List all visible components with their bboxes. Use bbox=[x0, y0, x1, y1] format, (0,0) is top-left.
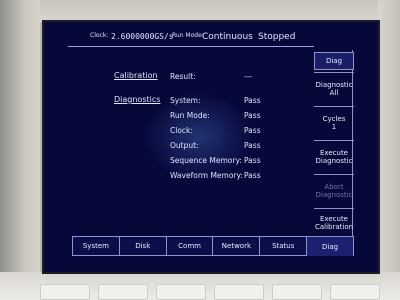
front-panel-key[interactable] bbox=[214, 284, 264, 300]
execute-calibration-line2: Calibration bbox=[314, 222, 354, 231]
front-panel-key[interactable] bbox=[156, 284, 206, 300]
side-menu: Diag Diagnostic All Cycles 1 Execute Dia… bbox=[314, 50, 354, 236]
diag-label-output: Output: bbox=[170, 141, 199, 150]
front-panel-key[interactable] bbox=[98, 284, 148, 300]
calibration-heading: Calibration bbox=[114, 71, 158, 80]
execute-calibration-button[interactable]: Execute Calibration bbox=[314, 208, 354, 236]
diag-value-waveform-memory: Pass bbox=[244, 171, 261, 180]
abort-diagnostic-line2: Diagnostic bbox=[315, 190, 353, 199]
front-panel-key[interactable] bbox=[330, 284, 380, 300]
abort-diagnostic-button[interactable]: Abort Diagnostic bbox=[314, 174, 354, 206]
top-bezel bbox=[0, 0, 400, 22]
bottom-tab-bar: System Disk Comm Network Status Diag bbox=[72, 236, 354, 256]
diag-label-sequence-memory: Sequence Memory: bbox=[170, 156, 242, 165]
result-value: --- bbox=[244, 72, 253, 81]
diag-label-waveform-memory: Waveform Memory: bbox=[170, 171, 243, 180]
execute-diagnostic-line2: Diagnostic bbox=[315, 156, 353, 165]
diag-label-system: System: bbox=[170, 96, 201, 105]
diagnostic-all-button[interactable]: Diagnostic All bbox=[314, 72, 354, 104]
cycles-button[interactable]: Cycles 1 bbox=[314, 106, 354, 138]
execute-calibration-line1: Execute bbox=[320, 214, 348, 223]
tab-system[interactable]: System bbox=[72, 236, 120, 256]
diag-value-output: Pass bbox=[244, 141, 261, 150]
menu-title: Diag bbox=[314, 52, 354, 70]
diag-label-clock: Clock: bbox=[170, 126, 193, 135]
front-panel-keys bbox=[40, 284, 380, 300]
diag-value-sequence-memory: Pass bbox=[244, 156, 261, 165]
front-panel-key[interactable] bbox=[272, 284, 322, 300]
tab-comm[interactable]: Comm bbox=[166, 236, 214, 256]
execute-diagnostic-button[interactable]: Execute Diagnostic bbox=[314, 140, 354, 172]
right-bezel bbox=[378, 0, 400, 300]
diagnostic-all-line1: Diagnostic bbox=[315, 80, 353, 89]
tab-diag[interactable]: Diag bbox=[307, 236, 354, 256]
menu-title-label: Diag bbox=[325, 57, 343, 65]
diagnostics-heading: Diagnostics bbox=[114, 95, 161, 104]
abort-diagnostic-line1: Abort bbox=[324, 182, 344, 191]
tab-network[interactable]: Network bbox=[213, 236, 261, 256]
left-bezel bbox=[0, 0, 40, 300]
diag-value-run-mode: Pass bbox=[244, 111, 261, 120]
result-label: Result: bbox=[170, 72, 196, 81]
tab-status[interactable]: Status bbox=[260, 236, 308, 256]
diag-value-clock: Pass bbox=[244, 126, 261, 135]
execute-diagnostic-line1: Execute bbox=[320, 148, 348, 157]
diag-label-run-mode: Run Mode: bbox=[170, 111, 210, 120]
tab-disk[interactable]: Disk bbox=[119, 236, 167, 256]
diagnostic-all-line2: All bbox=[329, 88, 339, 97]
instrument-screen: Clock: 2.6000000GS/s Run Mode: Continuou… bbox=[42, 20, 380, 274]
front-panel-key[interactable] bbox=[40, 284, 90, 300]
cycles-line2: 1 bbox=[331, 122, 337, 131]
diag-value-system: Pass bbox=[244, 96, 261, 105]
cycles-line1: Cycles bbox=[322, 114, 346, 123]
